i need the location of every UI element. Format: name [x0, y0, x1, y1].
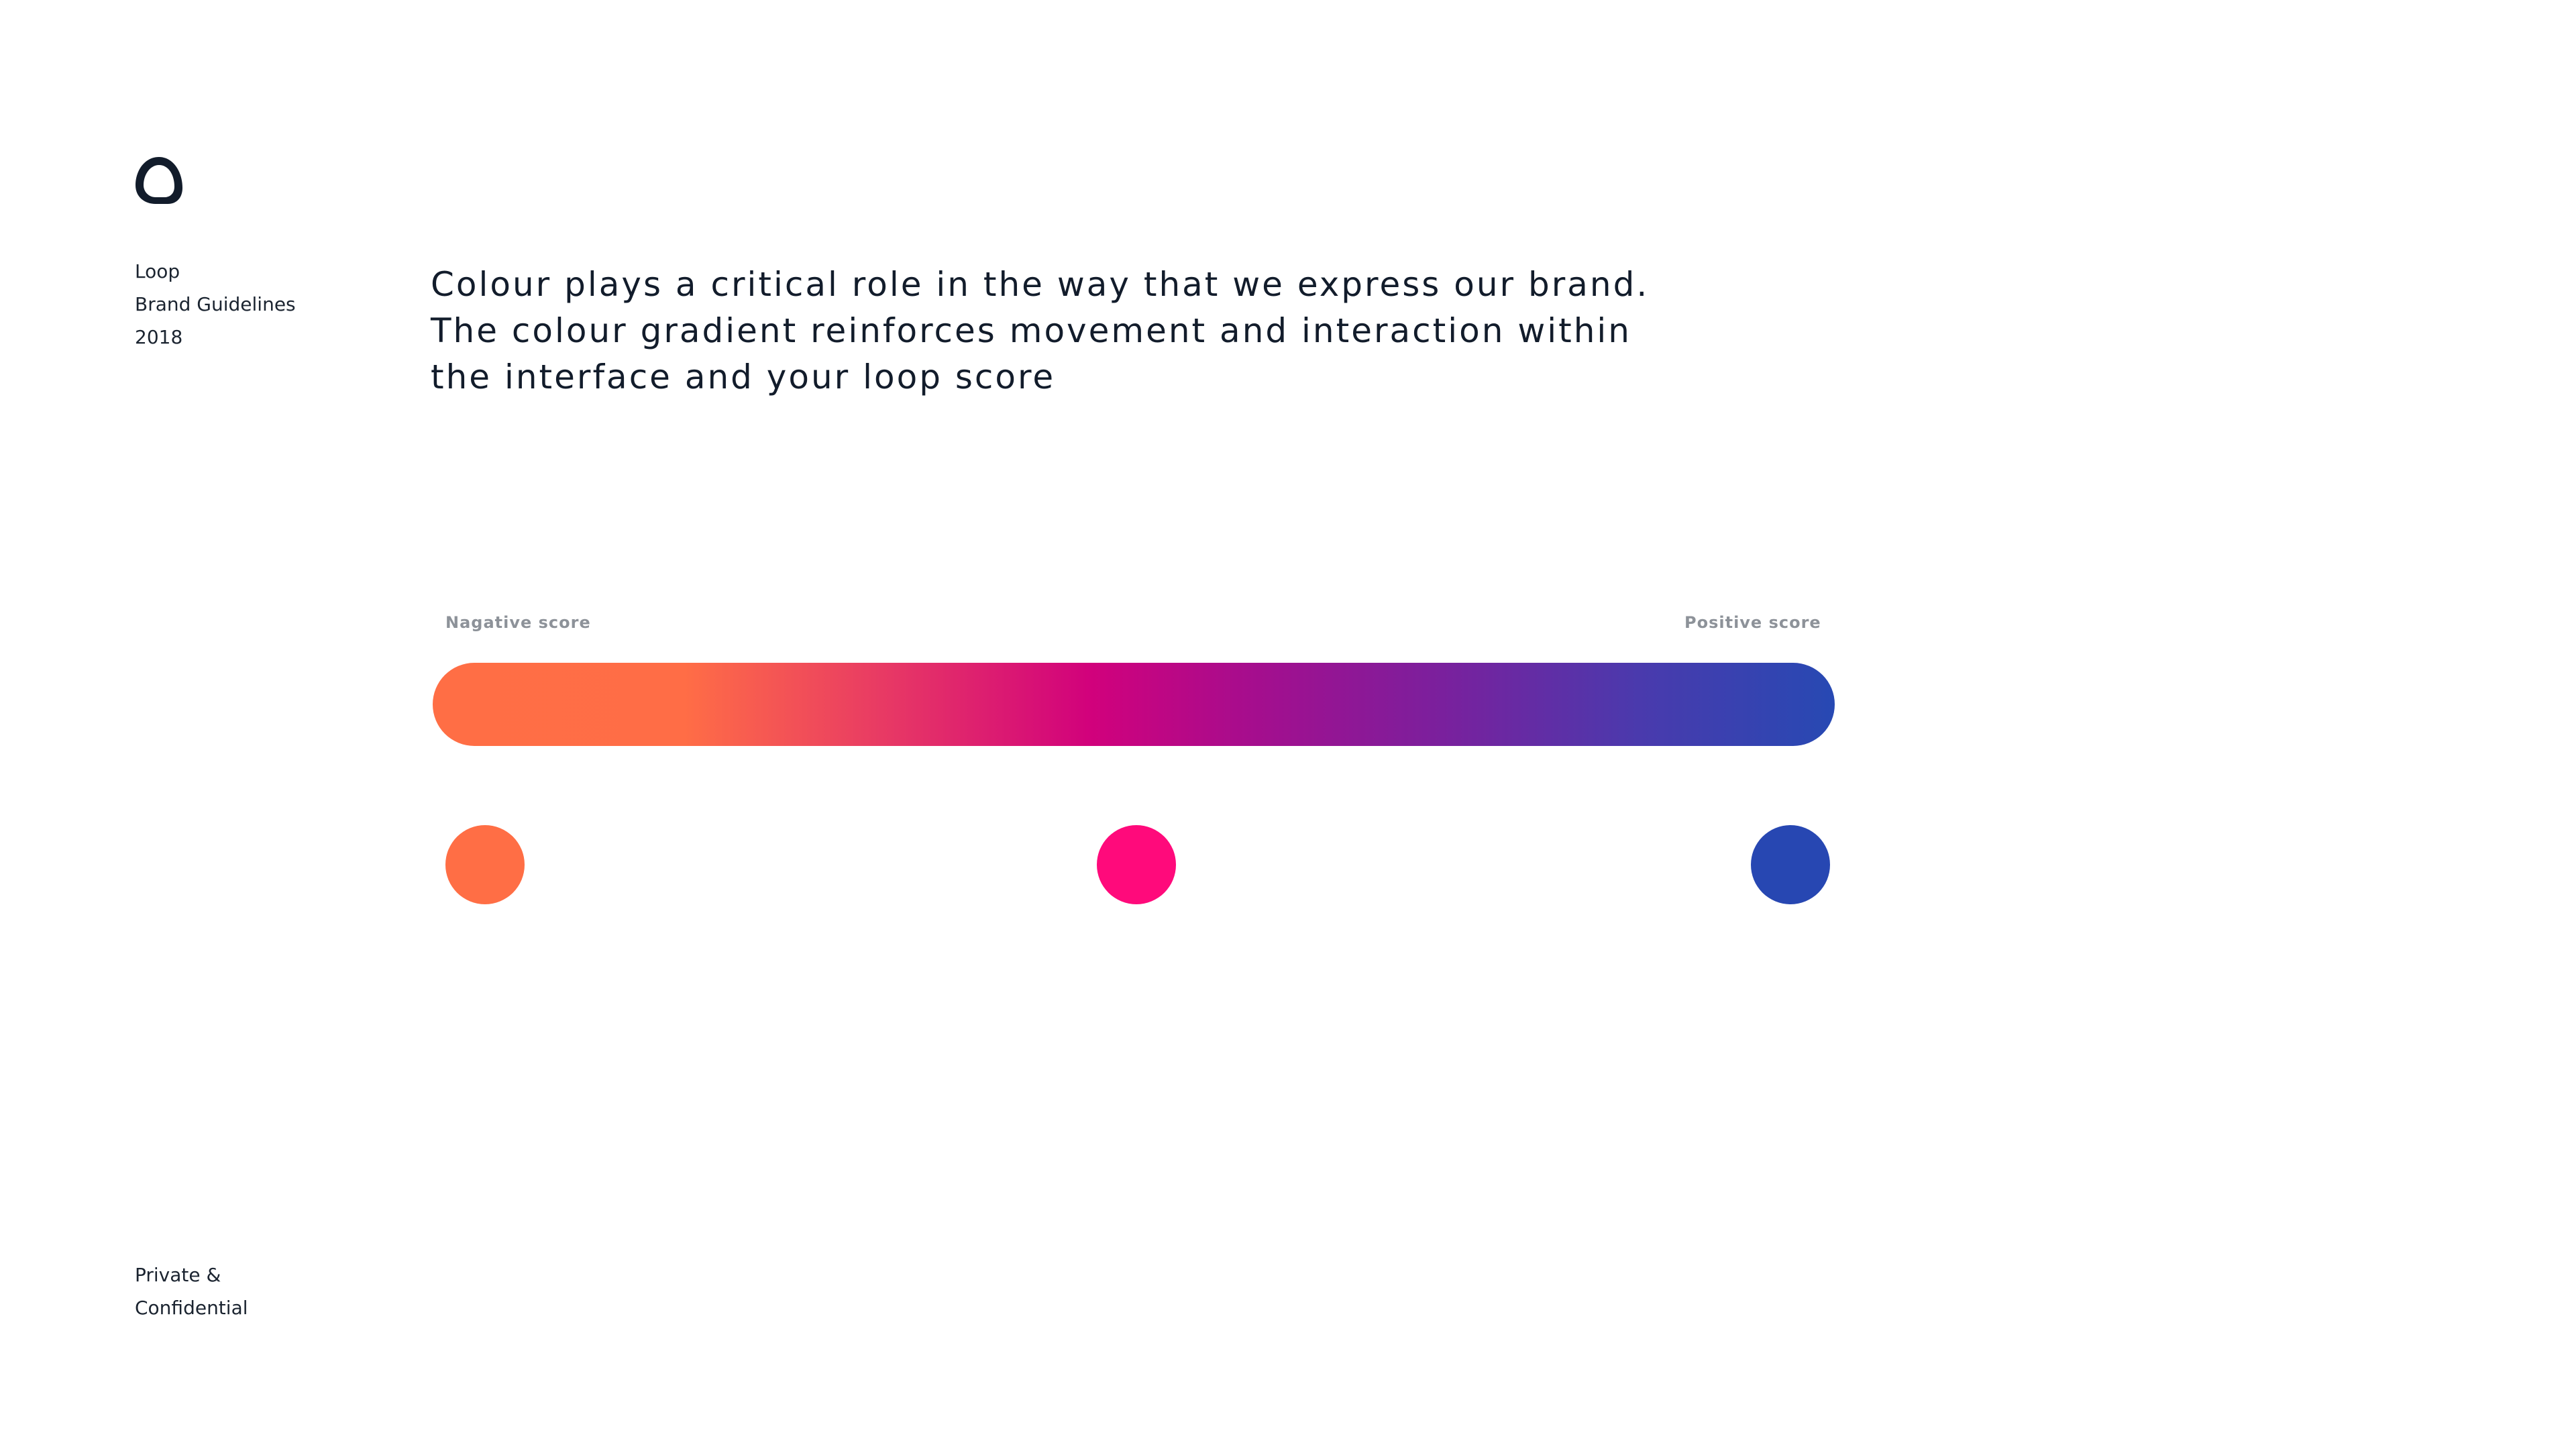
- document-year: 2018: [135, 326, 183, 348]
- document-meta: Loop Brand Guidelines 2018: [135, 255, 296, 354]
- positive-score-label: Positive score: [1684, 613, 1821, 632]
- negative-score-label: Nagative score: [445, 613, 591, 632]
- footer-line-2: Confidential: [135, 1297, 248, 1319]
- intro-line-3: the interface and your loop score: [431, 358, 1056, 396]
- loop-logo-icon: [136, 157, 182, 204]
- intro-line-2: The colour gradient reinforces movement …: [431, 311, 1631, 350]
- intro-line-1: Colour plays a critical role in the way …: [431, 265, 1650, 304]
- score-gradient-bar: [433, 663, 1835, 746]
- swatch-blue: [1751, 825, 1830, 904]
- document-title: Brand Guidelines: [135, 293, 296, 315]
- swatch-orange: [445, 825, 525, 904]
- footer-line-1: Private &: [135, 1264, 221, 1286]
- swatch-pink: [1097, 825, 1176, 904]
- footer-confidentiality: Private & Confidential: [135, 1258, 248, 1324]
- brand-name: Loop: [135, 260, 180, 282]
- intro-paragraph: Colour plays a critical role in the way …: [431, 262, 1772, 400]
